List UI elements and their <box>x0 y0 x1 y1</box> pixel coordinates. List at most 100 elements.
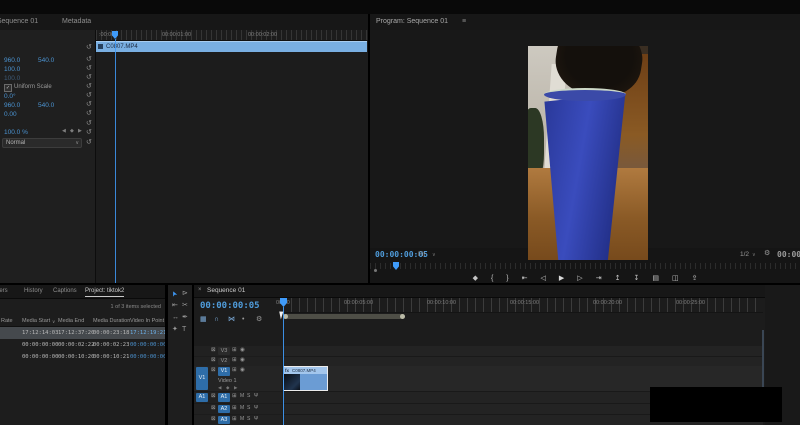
reset-icon[interactable]: ↺ <box>86 74 92 81</box>
reset-icon[interactable]: ↺ <box>86 110 92 117</box>
reset-icon[interactable]: ↺ <box>86 65 92 72</box>
export-frame-button[interactable]: ▤ <box>652 275 659 282</box>
keyframe-next-icon[interactable]: ▶ <box>234 385 237 391</box>
linked-selection-icon[interactable]: ⋈ <box>228 316 235 323</box>
reset-icon[interactable]: ↺ <box>86 44 92 51</box>
eye-icon[interactable]: ◉ <box>240 347 245 354</box>
extract-button[interactable]: ↧ <box>633 275 639 282</box>
track-select-a2[interactable]: A2 <box>218 405 230 413</box>
source-patch-v1[interactable]: V1 <box>196 367 208 390</box>
lock-icon[interactable]: ⊠ <box>211 347 216 354</box>
effect-clip-bar[interactable]: C0807.MP4 <box>96 41 367 52</box>
step-back-button[interactable]: ◁ <box>541 275 546 282</box>
tab-audio-clip-mixer[interactable]: Audio Clip Mixer: Sequence 01 <box>0 18 38 25</box>
sync-lock-icon[interactable]: ⊞ <box>232 367 237 374</box>
uniform-scale-checkbox[interactable]: ✓ <box>4 84 12 92</box>
mark-in-button[interactable]: { <box>491 275 493 282</box>
reset-icon[interactable]: ↺ <box>86 83 92 90</box>
ripple-edit-tool[interactable]: ⇤ <box>172 302 178 309</box>
track-select-v3[interactable]: V3 <box>218 347 230 355</box>
add-marker-icon[interactable]: • <box>242 316 244 323</box>
position-x-value[interactable]: 960.0 <box>4 57 20 64</box>
sync-lock-icon[interactable]: ⊞ <box>232 416 237 423</box>
sync-lock-icon[interactable]: ⊞ <box>232 347 237 354</box>
zoom-fit-select[interactable]: Fit <box>418 251 425 258</box>
reset-icon[interactable]: ↺ <box>86 101 92 108</box>
keyframe-prev-icon[interactable]: ◀ <box>62 129 66 134</box>
settings-wrench-icon[interactable]: ⚙ <box>764 250 770 257</box>
snap-toggle-icon[interactable]: ∩ <box>214 316 219 323</box>
lock-icon[interactable]: ⊠ <box>211 405 216 412</box>
keyframe-add-icon[interactable]: ◆ <box>70 129 74 134</box>
go-to-out-button[interactable]: ⇥ <box>596 275 602 282</box>
table-row[interactable]: 00:00:00:00 00:00:02:22 00:00:02:23 00:0… <box>0 339 165 351</box>
track-select-a3[interactable]: A3 <box>218 416 230 424</box>
position-y-value[interactable]: 540.0 <box>38 57 54 64</box>
scale-value[interactable]: 100.0 <box>4 66 20 73</box>
keyframe-prev-icon[interactable]: ◀ <box>218 385 221 391</box>
tab-captions[interactable]: Captions <box>53 288 77 294</box>
hand-tool[interactable]: ✦ <box>172 326 178 333</box>
anchor-y-value[interactable]: 540.0 <box>38 102 54 109</box>
tab-program[interactable]: Program: Sequence 01 <box>376 18 448 25</box>
go-to-in-button[interactable]: ⇤ <box>522 275 528 282</box>
keyframe-next-icon[interactable]: ▶ <box>78 129 82 134</box>
track-select-a1[interactable]: A1 <box>218 393 230 402</box>
lock-icon[interactable]: ⊠ <box>211 357 216 364</box>
mute-button[interactable]: M <box>240 406 244 411</box>
lock-icon[interactable]: ⊠ <box>211 393 216 400</box>
timeline-settings-icon[interactable]: ⚙ <box>256 316 262 323</box>
timeline-clip[interactable]: fx C0807.MP4 <box>283 366 328 391</box>
solo-button[interactable]: S <box>247 406 250 411</box>
sync-lock-icon[interactable]: ⊞ <box>232 393 237 400</box>
eye-icon[interactable]: ◉ <box>240 357 245 364</box>
reset-icon[interactable]: ↺ <box>86 92 92 99</box>
playback-resolution-select[interactable]: 1/2 <box>740 251 749 258</box>
track-select-forward-tool[interactable]: ⊳ <box>182 290 188 297</box>
table-row[interactable]: 00:00:00:00 00:00:10:20 00:00:10:21 00:0… <box>0 351 165 363</box>
tab-project[interactable]: Project: tiktok2 <box>85 288 125 297</box>
sync-lock-icon[interactable]: ⊞ <box>232 405 237 412</box>
track-select-v1[interactable]: V1 <box>218 367 230 376</box>
voiceover-mic-icon[interactable]: Ψ <box>254 417 258 422</box>
lock-icon[interactable]: ⊠ <box>211 367 216 374</box>
navigator-handle-right[interactable] <box>400 314 405 319</box>
eye-icon[interactable]: ◉ <box>240 367 245 374</box>
reset-icon[interactable]: ↺ <box>86 56 92 63</box>
tab-sequence[interactable]: Sequence 01 <box>207 287 245 294</box>
reset-icon[interactable]: ↺ <box>86 139 92 146</box>
blend-mode-dropdown[interactable]: Normal ∨ <box>2 138 82 148</box>
antiflicker-value[interactable]: 0.00 <box>4 111 17 118</box>
lock-icon[interactable]: ⊠ <box>211 416 216 423</box>
col-media-end[interactable]: Media End <box>58 318 84 324</box>
pen-tool[interactable]: ✒ <box>182 314 188 321</box>
type-tool[interactable]: T <box>182 326 186 333</box>
solo-button[interactable]: S <box>247 417 250 422</box>
add-marker-button[interactable]: ◆ <box>473 275 478 282</box>
anchor-x-value[interactable]: 960.0 <box>4 102 20 109</box>
close-icon[interactable]: × <box>198 287 202 293</box>
program-scrubber[interactable] <box>370 262 800 272</box>
timeline-timecode[interactable]: 00:00:00:05 <box>200 301 260 311</box>
reset-icon[interactable]: ↺ <box>86 120 92 127</box>
source-patch-a1[interactable]: A1 <box>196 393 208 402</box>
timeline-vertical-scrollbar[interactable] <box>762 330 764 392</box>
slip-tool[interactable]: ↔ <box>172 314 179 321</box>
voiceover-mic-icon[interactable]: Ψ <box>254 406 258 411</box>
solo-button[interactable]: S <box>247 394 250 399</box>
selection-tool[interactable]: ➤ <box>171 289 180 297</box>
sync-lock-icon[interactable]: ⊞ <box>232 357 237 364</box>
track-select-v2[interactable]: V2 <box>218 358 230 365</box>
export-button[interactable]: ⇪ <box>692 275 698 282</box>
reset-icon[interactable]: ↺ <box>86 129 92 136</box>
col-media-duration[interactable]: Media Duration <box>93 318 130 324</box>
tab-metadata[interactable]: Metadata <box>62 18 91 25</box>
col-video-in-point[interactable]: Video In Point <box>130 318 164 324</box>
tab-history[interactable]: History <box>24 288 43 294</box>
mute-button[interactable]: M <box>240 417 244 422</box>
keyframe-add-icon[interactable]: ◆ <box>226 385 229 391</box>
step-forward-button[interactable]: ▷ <box>577 275 582 282</box>
opacity-value[interactable]: 100.0 % <box>4 129 28 136</box>
effect-timeline-ruler[interactable] <box>96 30 368 41</box>
comparison-view-button[interactable]: ◫ <box>672 275 679 282</box>
